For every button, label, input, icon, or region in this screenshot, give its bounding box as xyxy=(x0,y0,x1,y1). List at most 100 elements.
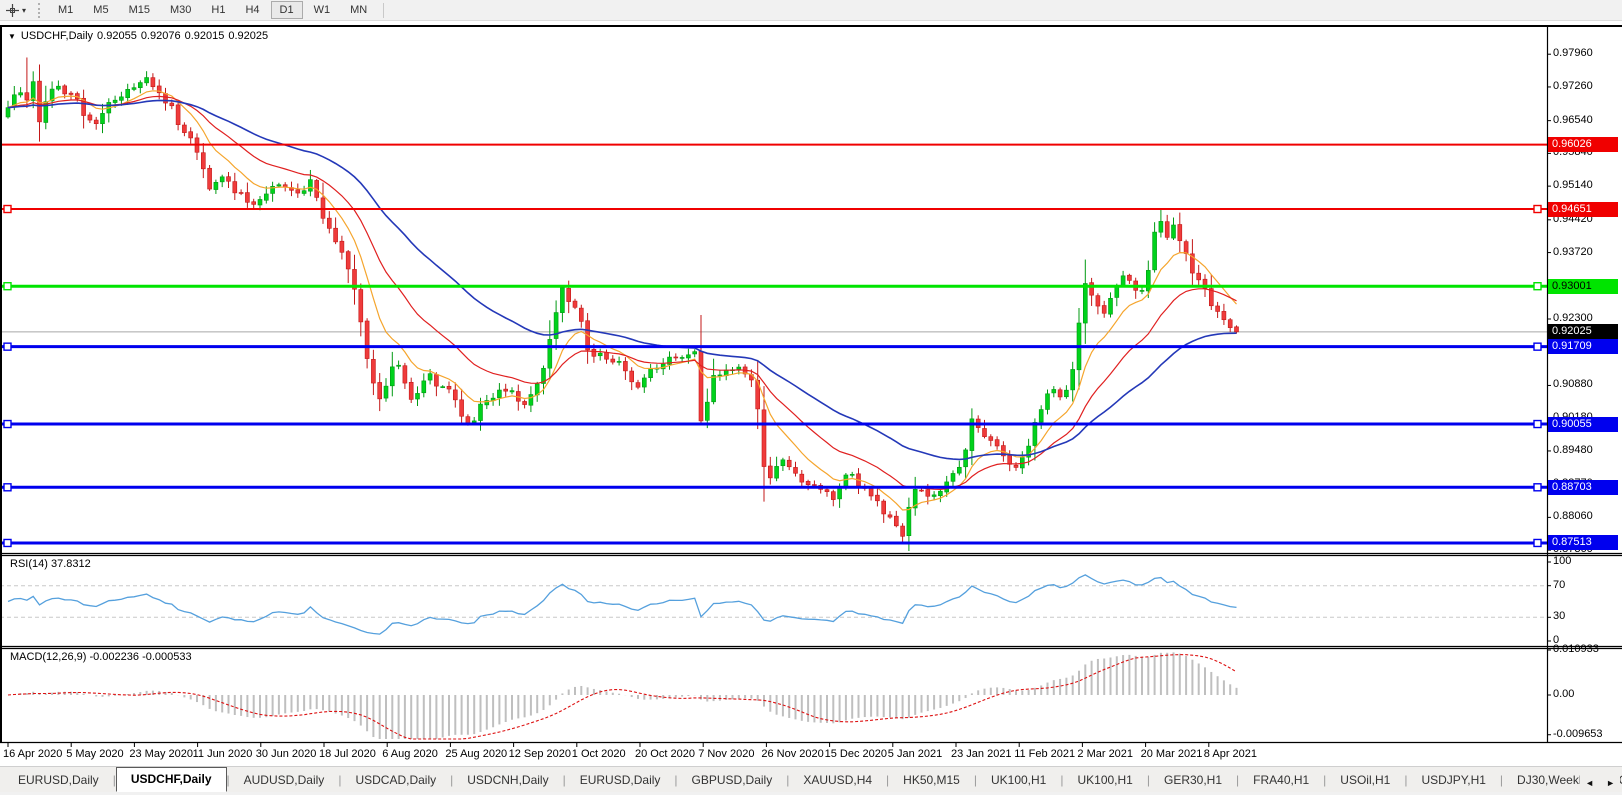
chart-canvas[interactable] xyxy=(0,0,1622,795)
level-handle[interactable] xyxy=(4,484,11,491)
tab-scroll-left-icon[interactable]: ◄ xyxy=(1580,775,1599,791)
candle-body xyxy=(346,252,350,269)
candle-body xyxy=(245,193,249,203)
level-handle[interactable] xyxy=(1534,539,1541,546)
macd-axis-label: 0.010933 xyxy=(1553,643,1599,655)
level-price-label-0.96026: 0.96026 xyxy=(1548,137,1618,152)
candle-body xyxy=(932,495,936,497)
chart-tab-uk100-h1[interactable]: UK100,H1 xyxy=(1063,769,1146,792)
level-handle[interactable] xyxy=(4,421,11,428)
level-handle[interactable] xyxy=(1534,283,1541,290)
chart-tab-usdchf-daily[interactable]: USDCHF,Daily xyxy=(116,767,227,792)
candle-body xyxy=(220,177,224,182)
candle-body xyxy=(497,390,501,398)
candle-body xyxy=(882,501,886,514)
rsi-axis-label-30: 30 xyxy=(1553,610,1565,622)
chart-tab-audusd-daily[interactable]: AUDUSD,Daily xyxy=(230,769,339,792)
candle-body xyxy=(573,301,577,307)
chart-tab-xauusd-h4[interactable]: XAUUSD,H4 xyxy=(789,769,886,792)
candle-body xyxy=(951,473,955,481)
level-handle[interactable] xyxy=(4,206,11,213)
candle-body xyxy=(479,404,483,420)
date-axis-label: 16 Apr 2020 xyxy=(3,748,62,760)
chart-tab-uk100-h1[interactable]: UK100,H1 xyxy=(977,769,1060,792)
chart-tab-usoil-h1[interactable]: USOil,H1 xyxy=(1326,769,1404,792)
candle-body xyxy=(1146,270,1150,291)
rsi-axis-label-100: 100 xyxy=(1553,555,1571,567)
ohlc-open: 0.92055 xyxy=(97,30,137,42)
candle-body xyxy=(529,395,533,406)
date-axis-label: 18 Jul 2020 xyxy=(319,748,376,760)
candle-body xyxy=(126,89,130,97)
candle-body xyxy=(302,191,306,194)
chart-top-border xyxy=(0,25,1622,27)
level-price-label-0.91709: 0.91709 xyxy=(1548,339,1618,354)
chart-left-border xyxy=(0,25,2,742)
candle-body xyxy=(567,288,571,301)
candle-body xyxy=(705,402,709,420)
level-handle[interactable] xyxy=(1534,206,1541,213)
candle-body xyxy=(151,78,155,87)
price-axis-label-0.90880: 0.90880 xyxy=(1553,378,1593,390)
candle-body xyxy=(227,177,231,182)
level-handle[interactable] xyxy=(1534,343,1541,350)
candle-body xyxy=(737,367,741,369)
date-axis-label: 8 Apr 2021 xyxy=(1204,748,1257,760)
tab-scroll-right-icon[interactable]: ► xyxy=(1601,775,1620,791)
candle-body xyxy=(277,185,281,186)
level-handle[interactable] xyxy=(1534,484,1541,491)
date-axis-label: 1 Oct 2020 xyxy=(572,748,626,760)
candle-body xyxy=(938,491,942,496)
level-handle[interactable] xyxy=(4,343,11,350)
candle-body xyxy=(422,381,426,393)
chart-tab-usdcnh-daily[interactable]: USDCNH,Daily xyxy=(453,769,562,792)
candle-body xyxy=(1178,225,1182,241)
candle-body xyxy=(340,241,344,252)
candle-body xyxy=(844,475,848,486)
price-axis-label-0.89480: 0.89480 xyxy=(1553,444,1593,456)
candle-body xyxy=(812,485,816,486)
chart-tab-gbpusd-daily[interactable]: GBPUSD,Daily xyxy=(678,769,787,792)
candle-body xyxy=(894,516,898,526)
date-axis-label: 30 Jun 2020 xyxy=(256,748,317,760)
level-handle[interactable] xyxy=(4,283,11,290)
candle-body xyxy=(1109,298,1113,314)
candle-body xyxy=(189,132,193,138)
chart-tab-usdjpy-h1[interactable]: USDJPY,H1 xyxy=(1407,769,1499,792)
candle-body xyxy=(617,361,621,362)
candle-body xyxy=(176,105,180,125)
rsi-label: RSI(14) 37.8312 xyxy=(10,558,91,570)
candle-body xyxy=(453,390,457,400)
candle-body xyxy=(472,421,476,422)
candle-body xyxy=(94,120,98,124)
chart-tab-usdcad-daily[interactable]: USDCAD,Daily xyxy=(341,769,450,792)
date-axis-label: 23 May 2020 xyxy=(129,748,193,760)
chart-tab-ger30-h1[interactable]: GER30,H1 xyxy=(1150,769,1236,792)
level-handle[interactable] xyxy=(1534,421,1541,428)
chart-tab-fra40-h1[interactable]: FRA40,H1 xyxy=(1239,769,1323,792)
candle-body xyxy=(101,113,105,123)
candle-body xyxy=(592,349,596,356)
candle-body xyxy=(800,474,804,482)
candle-body xyxy=(560,288,564,313)
date-axis-label: 6 Aug 2020 xyxy=(382,748,438,760)
candle-body xyxy=(69,93,73,94)
date-axis-label: 20 Oct 2020 xyxy=(635,748,695,760)
date-axis-label: 20 Mar 2021 xyxy=(1141,748,1203,760)
collapse-chart-icon[interactable]: ▼ xyxy=(8,32,16,41)
candle-body xyxy=(775,466,779,478)
candle-body xyxy=(119,97,123,100)
candle-body xyxy=(1184,242,1188,254)
candle-body xyxy=(1064,390,1068,397)
level-handle[interactable] xyxy=(4,539,11,546)
chart-tab-eurusd-daily[interactable]: EURUSD,Daily xyxy=(566,769,675,792)
candle-body xyxy=(1228,320,1232,328)
chart-tab-eurusd-daily[interactable]: EURUSD,Daily xyxy=(4,769,113,792)
candle-body xyxy=(957,467,961,473)
candle-body xyxy=(1046,394,1050,410)
chart-tab-hk50-m15[interactable]: HK50,M15 xyxy=(889,769,974,792)
price-axis-label-0.97260: 0.97260 xyxy=(1553,80,1593,92)
candle-body xyxy=(460,400,464,416)
candle-body xyxy=(170,103,174,106)
candle-body xyxy=(579,308,583,321)
